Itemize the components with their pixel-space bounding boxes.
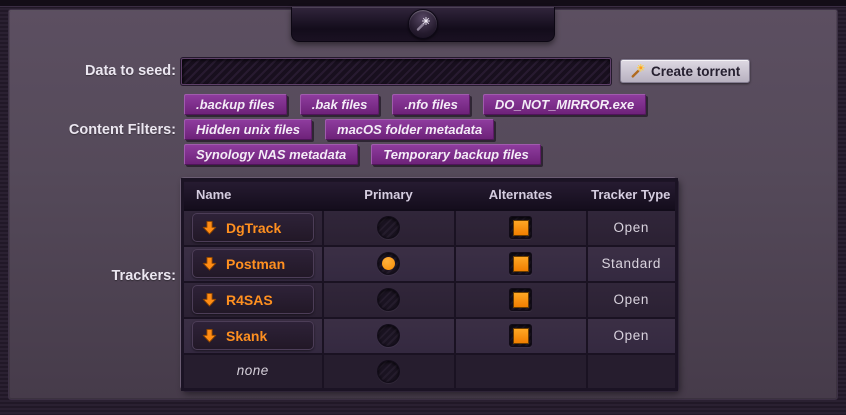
column-header-primary: Primary <box>323 180 455 210</box>
trackers-label: Trackers: <box>0 268 176 284</box>
content-filter-chip[interactable]: .backup files <box>184 94 287 115</box>
create-torrent-button-label: Create torrent <box>651 64 740 79</box>
tracker-name: DgTrack <box>226 220 281 236</box>
magic-wand-icon <box>414 15 432 33</box>
content-filter-chip[interactable]: Hidden unix files <box>184 119 312 140</box>
alternates-cell <box>455 282 587 318</box>
content-filter-chip[interactable]: Temporary backup files <box>371 144 540 165</box>
alternates-checkbox[interactable] <box>509 252 532 275</box>
alternates-cell <box>455 318 587 354</box>
tracker-row: Skank Open <box>183 318 677 354</box>
tracker-link-button[interactable]: Postman <box>192 249 314 278</box>
tracker-name-cell: none <box>183 354 323 390</box>
tracker-name-cell: Postman <box>183 246 323 282</box>
primary-radio[interactable] <box>377 324 400 347</box>
primary-cell <box>323 318 455 354</box>
content-filter-chip[interactable]: .bak files <box>300 94 380 115</box>
primary-radio[interactable] <box>377 252 400 275</box>
tracker-row: Postman Standard <box>183 246 677 282</box>
tracker-name-cell: R4SAS <box>183 282 323 318</box>
alternates-checkbox[interactable] <box>509 216 532 239</box>
column-header-tracker-type: Tracker Type <box>587 180 677 210</box>
magic-wand-toggle-button[interactable] <box>408 9 438 39</box>
trackers-table-body: DgTrackOpenPostmanStandardR4SASOpenSkank… <box>183 210 677 390</box>
content-filter-chip[interactable]: DO_NOT_MIRROR.exe <box>483 94 646 115</box>
alternates-cell <box>455 210 587 246</box>
download-arrow-icon <box>202 292 217 307</box>
tracker-name: R4SAS <box>226 292 273 308</box>
tracker-name: Skank <box>226 328 267 344</box>
primary-radio[interactable] <box>377 288 400 311</box>
tracker-row: R4SAS Open <box>183 282 677 318</box>
alternates-checkbox[interactable] <box>509 288 532 311</box>
column-header-alternates: Alternates <box>455 180 587 210</box>
alternates-cell <box>455 354 587 390</box>
primary-cell <box>323 246 455 282</box>
tracker-name: Postman <box>226 256 285 272</box>
download-arrow-icon <box>202 328 217 343</box>
tracker-row: DgTrack Open <box>183 210 677 246</box>
alternates-checkbox[interactable] <box>509 324 532 347</box>
content-filter-chip[interactable]: .nfo files <box>392 94 469 115</box>
section-toggle-bar <box>291 7 555 42</box>
primary-radio[interactable] <box>377 360 400 383</box>
data-to-seed-input[interactable] <box>181 58 611 85</box>
alternates-cell <box>455 246 587 282</box>
tracker-type: Open <box>614 328 649 343</box>
primary-cell <box>323 282 455 318</box>
tracker-name-cell: DgTrack <box>183 210 323 246</box>
column-header-name: Name <box>183 180 323 210</box>
tracker-name-cell: Skank <box>183 318 323 354</box>
trackers-table-header-row: NamePrimaryAlternatesTracker Type <box>183 180 677 210</box>
tracker-type: Open <box>614 292 649 307</box>
primary-cell <box>323 354 455 390</box>
tracker-type: Open <box>614 220 649 235</box>
tracker-type: Standard <box>601 256 661 271</box>
trackers-table: NamePrimaryAlternatesTracker Type DgTrac… <box>181 178 678 391</box>
tracker-type-cell: Standard <box>587 246 677 282</box>
magic-wand-icon <box>630 63 646 79</box>
tracker-type-cell: Open <box>587 210 677 246</box>
content-filter-list: .backup files .bak files .nfo files DO_NOT_… <box>184 94 652 165</box>
window-top-edge <box>0 0 846 7</box>
download-arrow-icon <box>202 220 217 235</box>
tracker-type-cell <box>587 354 677 390</box>
primary-radio[interactable] <box>377 216 400 239</box>
data-to-seed-label: Data to seed: <box>0 63 176 79</box>
content-filters-label: Content Filters: <box>0 122 176 138</box>
tracker-type-cell: Open <box>587 282 677 318</box>
tracker-type-cell: Open <box>587 318 677 354</box>
primary-cell <box>323 210 455 246</box>
content-filter-chip[interactable]: Synology NAS metadata <box>184 144 358 165</box>
download-arrow-icon <box>202 256 217 271</box>
tracker-link-button[interactable]: DgTrack <box>192 213 314 242</box>
tracker-none-label: none <box>237 363 269 378</box>
content-filter-chip[interactable]: macOS folder metadata <box>325 119 494 140</box>
tracker-link-button[interactable]: Skank <box>192 321 314 350</box>
tracker-row: none <box>183 354 677 390</box>
create-torrent-button[interactable]: Create torrent <box>620 59 750 83</box>
tracker-link-button[interactable]: R4SAS <box>192 285 314 314</box>
